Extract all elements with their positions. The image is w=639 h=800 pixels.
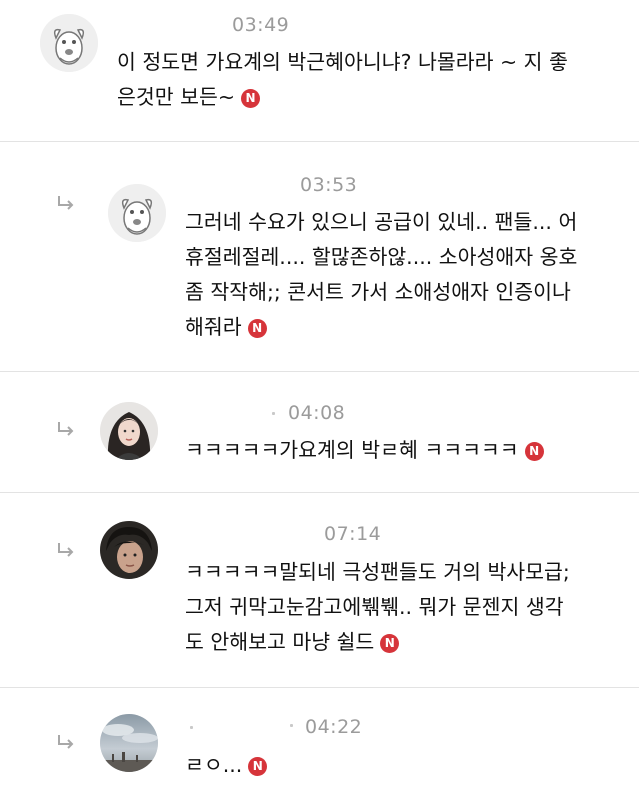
comment-time: 04:22 (305, 716, 363, 738)
new-badge: N (241, 89, 260, 108)
comment-line: 은것만 보든~ (117, 85, 235, 109)
comment-line: 이 정도면 가요계의 박근혜아니냐? 나몰라라 ~ 지 좋 (117, 50, 568, 74)
comment: 04:08 ㅋㅋㅋㅋㅋ가요계의 박ㄹ혜 ㅋㅋㅋㅋㅋ N (0, 372, 639, 492)
comment-text: ㅋㅋㅋㅋㅋ가요계의 박ㄹ혜 ㅋㅋㅋㅋㅋ N (185, 433, 544, 468)
comment-time: 07:14 (324, 523, 382, 545)
censored-name-mark (190, 726, 193, 729)
comment-line: ㅋㅋㅋㅋㅋ가요계의 박ㄹ혜 ㅋㅋㅋㅋㅋ (185, 438, 519, 462)
comment-line: ㅋㅋㅋㅋㅋ말되네 극성팬들도 거의 박사모급; (185, 560, 570, 584)
reply-arrow-icon (58, 543, 74, 557)
comment-line-last: ㄹㅇ... N (185, 748, 268, 783)
comment-line: 해줘라 (185, 315, 242, 339)
sky-photo-avatar-icon (100, 714, 158, 772)
dark-portrait-avatar-icon (100, 521, 158, 579)
comment: 03:49 이 정도면 가요계의 박근혜아니냐? 나몰라라 ~ 지 좋 은것만 … (0, 0, 639, 140)
comment-line: ㄹㅇ... (185, 753, 243, 777)
reply-arrow-icon (58, 196, 74, 210)
avatar[interactable] (40, 14, 98, 72)
woman-portrait-avatar-icon (100, 402, 158, 460)
comment-time: 04:08 (288, 402, 346, 424)
new-badge: N (380, 634, 400, 653)
comment-line-last: 은것만 보든~ N (117, 80, 568, 115)
comment: 04:22 ㄹㅇ... N (0, 688, 639, 800)
comment-text: ㄹㅇ... N (185, 748, 268, 783)
cartoon-dog-avatar-icon (40, 14, 98, 72)
comment-line: 좀 작작해;; 콘서트 가서 소애성애자 인증이나 (185, 280, 571, 304)
censored-name-mark (272, 412, 275, 415)
avatar[interactable] (108, 184, 166, 242)
comment-text: 그러네 수요가 있으니 공급이 있네.. 팬들... 어 휴절레절레.... 할… (185, 205, 577, 345)
avatar[interactable] (100, 402, 158, 460)
avatar[interactable] (100, 714, 158, 772)
comment-text: ㅋㅋㅋㅋㅋ말되네 극성팬들도 거의 박사모급; 그저 귀막고눈감고에붺붺.. 뭐… (185, 555, 570, 660)
reply-arrow-icon (58, 422, 74, 436)
comment-line: 그러네 수요가 있으니 공급이 있네.. 팬들... 어 (185, 210, 578, 234)
comment: 07:14 ㅋㅋㅋㅋㅋ말되네 극성팬들도 거의 박사모급; 그저 귀막고눈감고에… (0, 493, 639, 686)
comment-line-last: 도 안해보고 마냥 쉴드 N (185, 625, 570, 660)
cartoon-dog-avatar-icon (108, 184, 166, 242)
new-badge: N (248, 757, 268, 776)
comment-time: 03:53 (300, 174, 358, 196)
comment-line-last: ㅋㅋㅋㅋㅋ가요계의 박ㄹ혜 ㅋㅋㅋㅋㅋ N (185, 433, 544, 468)
comment-line: 휴절레절레.... 할많존하않.... 소아성애자 옹호 (185, 245, 578, 269)
censored-name-mark (290, 724, 293, 727)
reply-arrow-icon (58, 735, 74, 749)
comment-text: 이 정도면 가요계의 박근혜아니냐? 나몰라라 ~ 지 좋 은것만 보든~ N (117, 45, 568, 115)
comment-line: 도 안해보고 마냥 쉴드 (185, 630, 375, 654)
new-badge: N (524, 442, 544, 461)
comment: 03:53 그러네 수요가 있으니 공급이 있네.. 팬들... 어 휴절레절레… (0, 142, 639, 370)
comment-line-last: 해줘라 N (185, 310, 577, 345)
avatar[interactable] (100, 521, 158, 579)
new-badge: N (247, 319, 267, 338)
comment-line: 그저 귀막고눈감고에붺붺.. 뭐가 문젠지 생각 (185, 595, 564, 619)
comment-time: 03:49 (232, 14, 290, 36)
